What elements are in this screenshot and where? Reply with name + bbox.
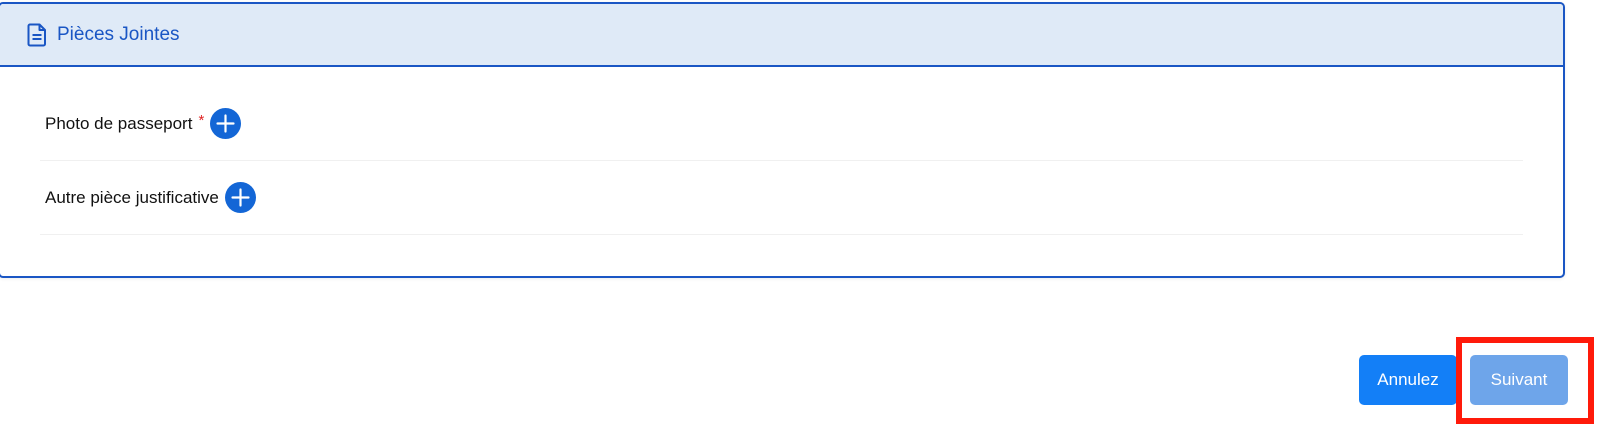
plus-icon (216, 114, 235, 133)
card-header: Pièces Jointes (0, 4, 1563, 67)
section-title: Pièces Jointes (57, 23, 180, 45)
next-button[interactable]: Suivant (1470, 355, 1568, 405)
attachment-row-passport-photo: Photo de passeport * (40, 87, 1523, 161)
attachment-row-other-document: Autre pièce justificative (40, 161, 1523, 235)
required-marker: * (198, 112, 205, 129)
card-body: Photo de passeport * Autre pièce justifi… (0, 87, 1563, 235)
add-passport-photo-button[interactable] (210, 108, 242, 139)
plus-icon (231, 188, 250, 207)
document-icon (27, 23, 46, 46)
attachment-label: Autre pièce justificative (45, 187, 219, 207)
attachment-label: Photo de passeport (45, 113, 193, 133)
attachments-card: Pièces Jointes Photo de passeport * Autr… (0, 2, 1565, 278)
add-other-document-button[interactable] (224, 182, 256, 213)
page: Pièces Jointes Photo de passeport * Autr… (0, 0, 1600, 427)
cancel-button[interactable]: Annulez (1359, 355, 1457, 405)
